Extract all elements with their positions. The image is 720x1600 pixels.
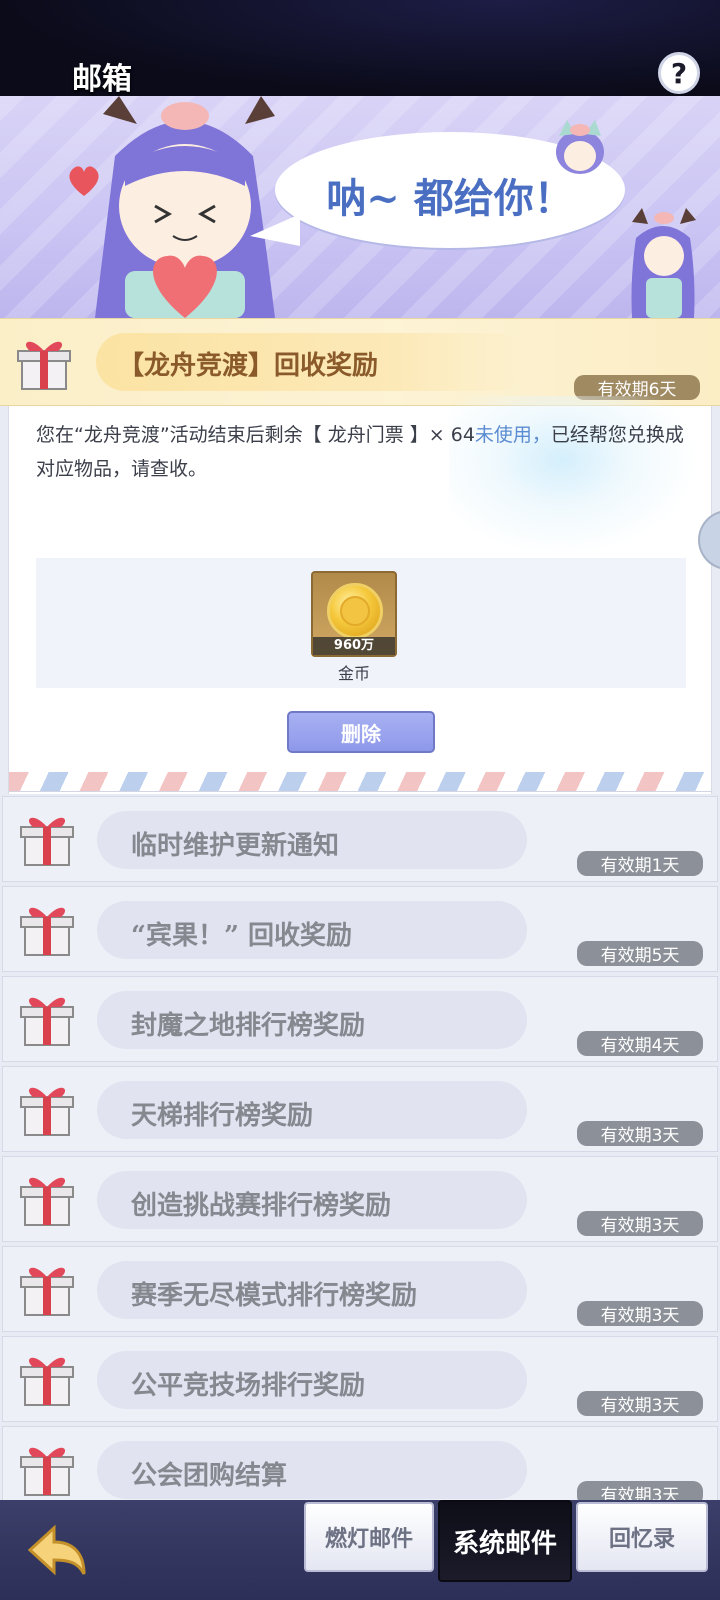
gift-icon bbox=[19, 1167, 75, 1227]
expiry-badge: 有效期1天 bbox=[577, 851, 703, 876]
reward-item-gold[interactable]: 960万 bbox=[311, 571, 397, 657]
delete-button[interactable]: 删除 bbox=[287, 711, 435, 753]
mail-title: “宾果！” 回收奖励 bbox=[131, 921, 352, 951]
airmail-border bbox=[8, 772, 712, 792]
expiry-badge: 有效期3天 bbox=[577, 1301, 703, 1326]
page-title: 邮箱 bbox=[72, 62, 132, 97]
gift-icon bbox=[19, 897, 75, 957]
expiry-badge: 有效期3天 bbox=[577, 1211, 703, 1236]
gold-coin-icon bbox=[327, 583, 383, 639]
speech-bubble-tail bbox=[250, 214, 300, 246]
bottom-bar: 燃灯邮件 系统邮件 回忆录 bbox=[0, 1500, 720, 1600]
back-arrow-icon[interactable] bbox=[24, 1522, 90, 1580]
gift-icon bbox=[17, 341, 71, 390]
tab-memories[interactable]: 回忆录 bbox=[576, 1502, 708, 1572]
mail-list-item[interactable]: 赛季无尽模式排行榜奖励有效期3天 bbox=[2, 1246, 718, 1332]
chibi-character-icon-2 bbox=[631, 208, 696, 318]
mail-list-item[interactable]: 公平竞技场排行奖励有效期3天 bbox=[2, 1336, 718, 1422]
expiry-badge: 有效期3天 bbox=[577, 1121, 703, 1146]
expiry-badge: 有效期5天 bbox=[577, 941, 703, 966]
mail-title: 天梯排行榜奖励 bbox=[131, 1101, 314, 1131]
chibi-character-icon bbox=[556, 120, 604, 174]
tab-lamp-mail[interactable]: 燃灯邮件 bbox=[304, 1502, 434, 1572]
mail-list-item[interactable]: “宾果！” 回收奖励有效期5天 bbox=[2, 886, 718, 972]
coin-face bbox=[340, 596, 370, 626]
help-button[interactable]: ? bbox=[658, 52, 700, 94]
mail-title: 赛季无尽模式排行榜奖励 bbox=[131, 1281, 418, 1311]
mail-list-item[interactable]: 天梯排行榜奖励有效期3天 bbox=[2, 1066, 718, 1152]
mail-list-item[interactable]: 封魔之地排行榜奖励有效期4天 bbox=[2, 976, 718, 1062]
gift-icon bbox=[19, 1437, 75, 1497]
mail-title: 临时维护更新通知 bbox=[131, 831, 340, 861]
gift-icon bbox=[19, 1077, 75, 1137]
gift-icon bbox=[19, 1347, 75, 1407]
gift-icon bbox=[19, 807, 75, 867]
gift-icon bbox=[19, 987, 75, 1047]
tab-system-mail[interactable]: 系统邮件 bbox=[438, 1500, 572, 1582]
mail-title: 封魔之地排行榜奖励 bbox=[131, 1011, 366, 1041]
gift-icon bbox=[19, 1257, 75, 1317]
mail-title: 创造挑战赛排行榜奖励 bbox=[131, 1191, 392, 1221]
expiry-badge: 有效期3天 bbox=[577, 1391, 703, 1416]
mail-detail-panel: 您在“龙舟竞渡”活动结束后剩余【 龙舟门票 】× 64未使用，已经帮您兑换成对应… bbox=[8, 396, 712, 794]
character-illustration bbox=[95, 96, 275, 318]
reward-quantity: 960万 bbox=[313, 637, 395, 655]
top-bar: 邮箱 ? bbox=[0, 0, 720, 97]
mail-list-item[interactable]: 临时维护更新通知有效期1天 bbox=[2, 796, 718, 882]
mailbox-banner: 呐~ 都给你！ bbox=[0, 96, 720, 318]
mail-title: 公会团购结算 bbox=[131, 1461, 288, 1491]
reward-name: 金币 bbox=[337, 664, 370, 683]
mail-body-text: 您在“龙舟竞渡”活动结束后剩余【 龙舟门票 】× 64未使用，已经帮您兑换成对应… bbox=[36, 418, 686, 486]
mail-list-item[interactable]: 创造挑战赛排行榜奖励有效期3天 bbox=[2, 1156, 718, 1242]
mail-body-highlight: 未使用， bbox=[474, 424, 551, 446]
selected-mail-title: 【龙舟竞渡】回收奖励 bbox=[118, 351, 379, 381]
mail-title: 公平竞技场排行奖励 bbox=[131, 1371, 366, 1401]
mail-body-part1: 您在“龙舟竞渡”活动结束后剩余【 龙舟门票 】× 64 bbox=[36, 424, 475, 446]
expiry-badge: 有效期4天 bbox=[577, 1031, 703, 1056]
selected-mail-header[interactable]: 【龙舟竞渡】回收奖励 有效期6天 bbox=[0, 318, 720, 406]
